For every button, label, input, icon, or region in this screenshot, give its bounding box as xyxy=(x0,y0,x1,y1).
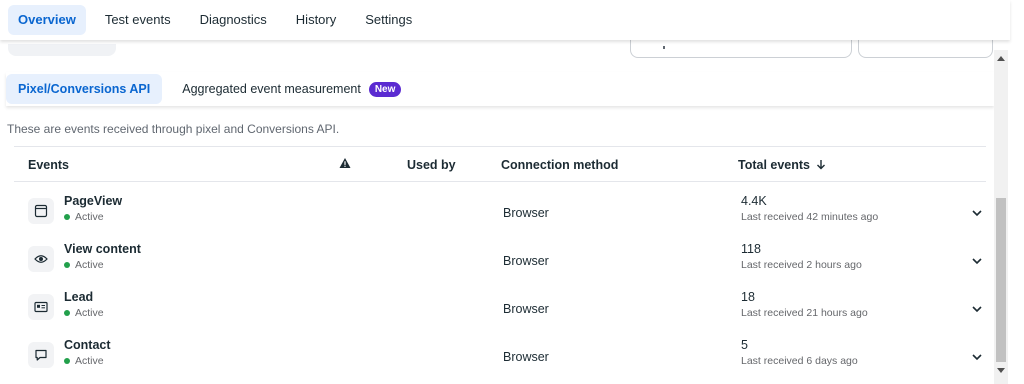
status-indicator: Active xyxy=(64,307,104,319)
browser-window-icon xyxy=(28,198,54,224)
warning-icon xyxy=(339,157,351,172)
id-card-icon xyxy=(28,294,54,320)
last-received: Last received 6 days ago xyxy=(741,355,858,367)
events-description: These are events received through pixel … xyxy=(7,122,340,136)
event-name: PageView xyxy=(64,194,123,208)
header-total-events-label: Total events xyxy=(738,158,811,172)
active-dot-icon xyxy=(64,262,70,268)
active-dot-icon xyxy=(64,358,70,364)
chevron-down-icon[interactable] xyxy=(972,300,982,318)
connection-method: Browser xyxy=(503,350,549,364)
active-dot-icon xyxy=(64,310,70,316)
tab-diagnostics[interactable]: Diagnostics xyxy=(190,5,277,35)
hidden-dropdown[interactable] xyxy=(858,40,993,58)
total-events: 4.4K xyxy=(741,194,767,208)
table-row[interactable]: View content Active Browser 118 Last rec… xyxy=(14,230,986,278)
status-label: Active xyxy=(75,355,104,367)
vertical-scrollbar[interactable] xyxy=(994,50,1008,384)
table-row[interactable]: Lead Active Browser 18 Last received 21 … xyxy=(14,278,986,326)
top-nav: Overview Test events Diagnostics History… xyxy=(0,0,1010,40)
header-events[interactable]: Events xyxy=(28,158,69,172)
status-indicator: Active xyxy=(64,355,104,367)
connection-method: Browser xyxy=(503,206,549,220)
tab-label: Aggregated event measurement xyxy=(182,82,361,96)
chevron-down-icon[interactable] xyxy=(972,204,982,222)
total-events: 5 xyxy=(741,338,748,352)
new-badge: New xyxy=(368,81,402,97)
table-row[interactable]: PageView Active Browser 4.4K Last receiv… xyxy=(14,182,986,230)
event-name: View content xyxy=(64,242,141,256)
status-label: Active xyxy=(75,259,104,271)
header-total-events[interactable]: Total events xyxy=(738,158,826,172)
chat-bubble-icon xyxy=(28,342,54,368)
status-indicator: Active xyxy=(64,211,104,223)
scroll-up-arrow-icon[interactable] xyxy=(997,56,1005,61)
hidden-selector[interactable] xyxy=(8,44,116,56)
arrow-down-icon xyxy=(816,160,825,170)
active-dot-icon xyxy=(64,214,70,220)
tab-test-events[interactable]: Test events xyxy=(95,5,181,35)
header-connection-method[interactable]: Connection method xyxy=(501,158,618,172)
tab-settings[interactable]: Settings xyxy=(355,5,422,35)
event-name: Contact xyxy=(64,338,111,352)
events-table: Events Used by Connection method Total e… xyxy=(14,146,986,374)
table-header: Events Used by Connection method Total e… xyxy=(14,146,986,182)
chevron-down-icon[interactable] xyxy=(972,252,982,270)
eye-icon xyxy=(28,246,54,272)
tab-overview[interactable]: Overview xyxy=(8,5,86,35)
table-row[interactable]: Contact Active Browser 5 Last received 6… xyxy=(14,326,986,374)
last-received: Last received 42 minutes ago xyxy=(741,211,879,223)
header-used-by[interactable]: Used by xyxy=(407,158,456,172)
status-label: Active xyxy=(75,307,104,319)
scroll-down-arrow-icon[interactable] xyxy=(997,368,1005,373)
tab-label: Pixel/Conversions API xyxy=(18,82,151,96)
chevron-down-icon[interactable] xyxy=(972,348,982,366)
last-received: Last received 21 hours ago xyxy=(741,307,868,319)
tab-history[interactable]: History xyxy=(286,5,346,35)
status-label: Active xyxy=(75,211,104,223)
tab-aggregated-event-measurement[interactable]: Aggregated event measurement New xyxy=(170,74,413,104)
connection-method: Browser xyxy=(503,254,549,268)
tab-pixel-conversions-api[interactable]: Pixel/Conversions API xyxy=(6,74,163,104)
total-events: 18 xyxy=(741,290,755,304)
total-events: 118 xyxy=(741,242,761,256)
scrollbar-thumb[interactable] xyxy=(996,198,1006,362)
event-name: Lead xyxy=(64,290,94,304)
last-received: Last received 2 hours ago xyxy=(741,259,862,271)
event-source-tabs: Pixel/Conversions API Aggregated event m… xyxy=(6,72,994,106)
hidden-search-input[interactable] xyxy=(630,40,852,58)
connection-method: Browser xyxy=(503,302,549,316)
status-indicator: Active xyxy=(64,259,104,271)
